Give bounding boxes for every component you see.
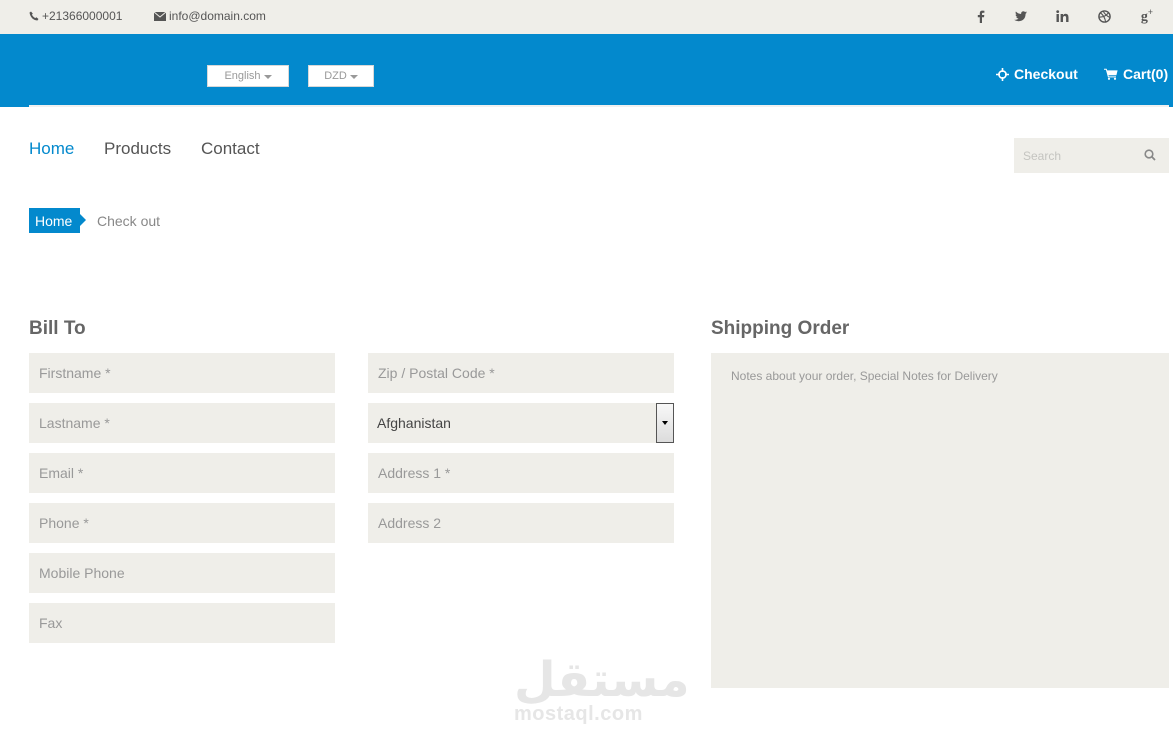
google-plus-icon[interactable]: g+ [1136, 6, 1158, 26]
crosshairs-icon [996, 67, 1009, 81]
linkedin-icon[interactable] [1051, 6, 1073, 26]
mobile-phone-field[interactable] [29, 553, 335, 593]
email-field[interactable] [29, 453, 335, 493]
select-arrow-button[interactable] [656, 403, 674, 443]
email-address: info@domain.com [169, 9, 266, 23]
nav-item-home[interactable]: Home [29, 139, 74, 159]
nav-item-contact[interactable]: Contact [201, 139, 260, 159]
header-divider [29, 105, 1169, 107]
cart-label: Cart(0) [1123, 66, 1169, 82]
envelope-icon [154, 11, 166, 21]
watermark-latin: mostaql.com [514, 703, 643, 725]
country-value: Afghanistan [377, 415, 451, 431]
search-icon[interactable] [1144, 149, 1156, 161]
language-value: English [224, 70, 261, 82]
phone-field[interactable] [29, 503, 335, 543]
phone-number: +21366000001 [42, 9, 123, 23]
search-box [1014, 138, 1169, 173]
site-header: English DZD Checkout Cart(0) [0, 34, 1173, 107]
caret-down-icon [349, 74, 358, 79]
checkout-link[interactable]: Checkout [996, 66, 1078, 82]
top-bar: +21366000001 info@domain.com g+ [0, 0, 1173, 34]
currency-dropdown[interactable]: DZD [308, 65, 374, 87]
cart-link[interactable]: Cart(0) [1104, 66, 1168, 82]
search-input[interactable] [1014, 138, 1139, 173]
shopping-cart-icon [1104, 68, 1118, 80]
language-dropdown[interactable]: English [207, 65, 289, 87]
fax-field[interactable] [29, 603, 335, 643]
dribbble-icon[interactable] [1093, 6, 1115, 26]
facebook-icon[interactable] [970, 6, 992, 26]
caret-down-icon [662, 421, 668, 425]
firstname-field[interactable] [29, 353, 335, 393]
caret-down-icon [263, 74, 272, 79]
zip-code-field[interactable] [368, 353, 674, 393]
watermark-arabic: مستقل [514, 652, 690, 708]
breadcrumb-current: Check out [97, 213, 161, 229]
phone-contact: +21366000001 [29, 9, 122, 23]
currency-value: DZD [324, 70, 347, 82]
country-select[interactable]: Afghanistan [368, 403, 674, 443]
shipping-order-title: Shipping Order [711, 318, 850, 339]
bill-to-title: Bill To [29, 318, 86, 339]
phone-icon [29, 11, 39, 21]
lastname-field[interactable] [29, 403, 335, 443]
checkout-label: Checkout [1014, 66, 1078, 82]
nav-item-products[interactable]: Products [104, 139, 171, 159]
email-contact: info@domain.com [154, 9, 266, 23]
breadcrumb-home[interactable]: Home [29, 208, 86, 233]
twitter-icon[interactable] [1009, 6, 1031, 26]
address1-field[interactable] [368, 453, 674, 493]
order-notes-textarea[interactable] [711, 353, 1169, 688]
address2-field[interactable] [368, 503, 674, 543]
